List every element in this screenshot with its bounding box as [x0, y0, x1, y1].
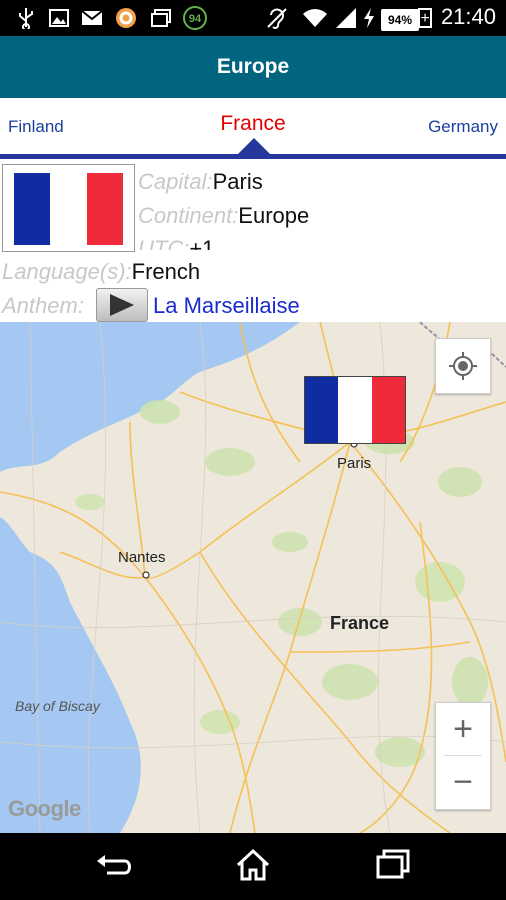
flag-stripe-white: [50, 173, 87, 245]
home-icon: [236, 848, 270, 881]
tab-underline: [0, 154, 506, 159]
gallery-icon: [150, 6, 172, 30]
play-icon: [110, 294, 134, 316]
map-label-france: France: [330, 613, 390, 633]
charging-icon: [360, 6, 378, 30]
usb-icon: [16, 6, 36, 30]
my-location-button[interactable]: [435, 338, 491, 394]
anthem-link-row: La Marseillaise: [153, 293, 300, 319]
zoom-out-button[interactable]: −: [436, 756, 490, 808]
capital-row: Capital:Paris: [138, 169, 263, 195]
language-value: French: [131, 259, 201, 284]
country-flag: [14, 173, 123, 245]
continent-value: Europe: [238, 203, 310, 228]
battery-icon: 94%: [381, 9, 419, 31]
map-canvas: [0, 322, 506, 833]
recents-icon: [376, 849, 410, 879]
country-info: Capital:Paris Continent:Europe UTC:+1 La…: [0, 160, 506, 322]
map-flag-marker[interactable]: [304, 376, 406, 444]
language-label: Language(s):: [2, 259, 132, 284]
app-icon: [114, 6, 138, 30]
continent-label: Continent:: [138, 203, 239, 228]
utc-row: UTC:+1: [138, 236, 214, 250]
anthem-label: Anthem:: [2, 293, 84, 318]
marker-stripe-white: [338, 377, 372, 443]
image-icon: [48, 6, 70, 30]
zoom-in-button[interactable]: +: [436, 703, 490, 755]
status-bar: 94 94% + 21:40: [0, 0, 506, 36]
signal-icon: [334, 6, 358, 30]
anthem-row: Anthem:: [2, 293, 84, 319]
home-button[interactable]: [228, 845, 278, 885]
marker-stripe-red: [372, 377, 405, 443]
flag-frame: [2, 164, 135, 252]
map-label-bay: Bay of Biscay: [15, 698, 100, 714]
badge-icon: 94: [182, 6, 208, 30]
utc-value: +1: [189, 236, 215, 250]
map-label-nantes: Nantes: [118, 549, 166, 566]
clock: 21:40: [440, 4, 496, 29]
marker-stripe-blue: [305, 377, 338, 443]
google-logo: Google: [8, 796, 81, 821]
country-tabs: Finland France Germany: [0, 98, 506, 160]
wifi-icon: [302, 6, 328, 30]
capital-value: Paris: [212, 169, 263, 194]
badge-count: 94: [189, 13, 202, 25]
back-icon: [97, 855, 131, 875]
anthem-link[interactable]: La Marseillaise: [153, 293, 300, 318]
utc-label: UTC:: [138, 236, 190, 250]
flag-stripe-red: [87, 173, 123, 245]
map-label-paris: Paris: [337, 455, 372, 472]
hearing-icon: [264, 6, 290, 30]
language-row: Language(s):French: [2, 259, 200, 285]
continent-row: Continent:Europe: [138, 203, 309, 229]
recents-button[interactable]: [368, 845, 418, 885]
map-view[interactable]: Paris Nantes France Bay of Biscay + − Go…: [0, 322, 506, 833]
zoom-control: + −: [435, 702, 491, 810]
mail-icon: [80, 6, 104, 30]
nav-bar: [0, 833, 506, 900]
flag-stripe-blue: [14, 173, 50, 245]
tab-germany[interactable]: Germany: [428, 117, 498, 137]
app-bar: Europe: [0, 36, 506, 98]
crosshair-icon: [449, 352, 477, 380]
capital-label: Capital:: [138, 169, 213, 194]
back-button[interactable]: [89, 845, 139, 885]
battery-plus-icon: +: [418, 8, 432, 28]
play-anthem-button[interactable]: [96, 288, 148, 322]
page-title: Europe: [216, 55, 290, 78]
utc-clip: UTC:+1: [138, 234, 338, 250]
